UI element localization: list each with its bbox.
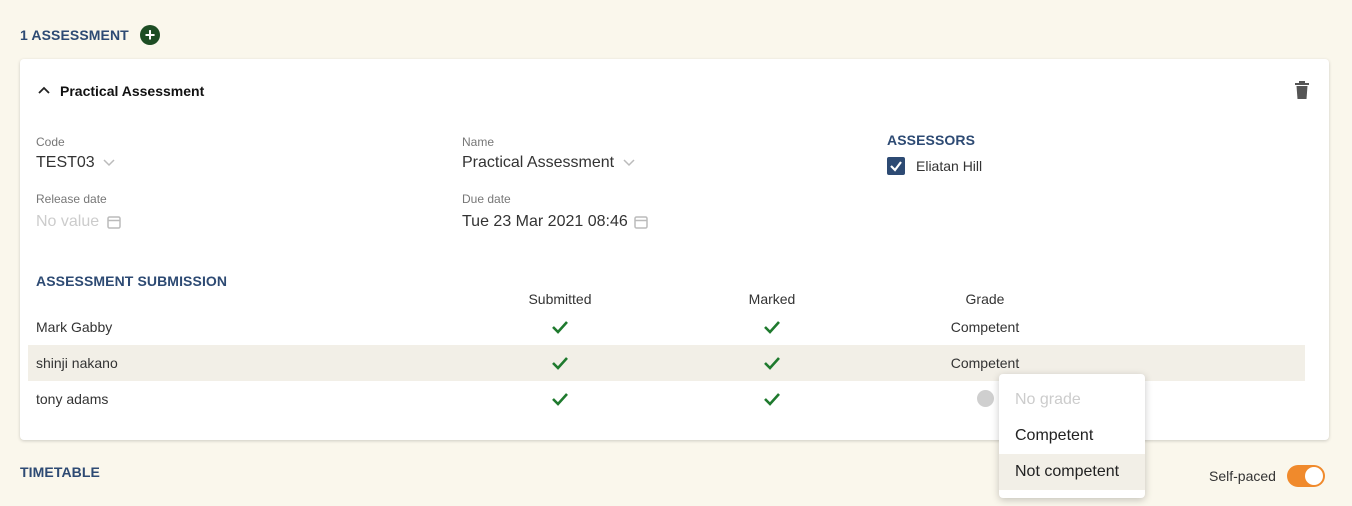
menu-item-not-competent[interactable]: Not competent: [999, 454, 1145, 490]
name-select[interactable]: Practical Assessment: [462, 154, 635, 172]
due-date-input[interactable]: Tue 23 Mar 2021 08:46: [462, 213, 648, 231]
code-label: Code: [36, 135, 65, 149]
calendar-icon: [634, 216, 648, 229]
release-date-input[interactable]: No value: [36, 213, 121, 231]
check-icon: [552, 321, 568, 334]
menu-item-competent[interactable]: Competent: [999, 418, 1145, 454]
submission-row-name: tony adams: [36, 391, 109, 407]
assessors-title: ASSESSORS: [887, 132, 976, 148]
trash-icon[interactable]: [1294, 81, 1310, 99]
chevron-up-icon[interactable]: [37, 85, 51, 95]
add-assessment-button[interactable]: +: [140, 25, 160, 45]
self-paced-label: Self-paced: [1209, 468, 1276, 484]
due-date-label: Due date: [462, 192, 511, 206]
name-label: Name: [462, 135, 495, 149]
assessor-checkbox[interactable]: [887, 157, 905, 175]
submission-row-name: shinji nakano: [36, 355, 118, 371]
column-header-grade: Grade: [965, 291, 1005, 307]
check-icon: [764, 357, 780, 370]
assessments-count-title: 1 ASSESSMENT: [20, 27, 129, 43]
chevron-down-icon: [622, 159, 635, 167]
assessor-name: Eliatan Hill: [916, 158, 983, 174]
check-icon: [552, 357, 568, 370]
check-icon: [552, 393, 568, 406]
plus-circle-icon: +: [144, 25, 156, 45]
code-value: TEST03: [36, 154, 95, 171]
grade-dropdown-menu: No grade Competent Not competent: [999, 374, 1145, 498]
check-icon: [764, 393, 780, 406]
grade-value[interactable]: Competent: [925, 355, 1045, 371]
grade-value[interactable]: Competent: [925, 319, 1045, 335]
code-select[interactable]: TEST03: [36, 154, 115, 172]
menu-item-no-grade: No grade: [1015, 391, 1081, 408]
submission-title: ASSESSMENT SUBMISSION: [36, 273, 228, 289]
timetable-title: TIMETABLE: [20, 464, 100, 480]
due-date-value: Tue 23 Mar 2021 08:46: [462, 213, 628, 230]
release-date-placeholder: No value: [36, 213, 100, 230]
assessment-title: Practical Assessment: [60, 83, 205, 99]
grade-select-dot[interactable]: [977, 390, 994, 407]
self-paced-toggle[interactable]: [1287, 465, 1325, 487]
checkmark-icon: [890, 161, 902, 172]
toggle-knob: [1305, 467, 1323, 485]
chevron-down-icon: [103, 159, 115, 167]
release-date-label: Release date: [36, 192, 107, 206]
name-value: Practical Assessment: [462, 154, 615, 171]
calendar-icon: [107, 216, 121, 229]
submission-row-name: Mark Gabby: [36, 319, 113, 335]
column-header-submitted: Submitted: [528, 291, 592, 307]
check-icon: [764, 321, 780, 334]
column-header-marked: Marked: [748, 291, 796, 307]
